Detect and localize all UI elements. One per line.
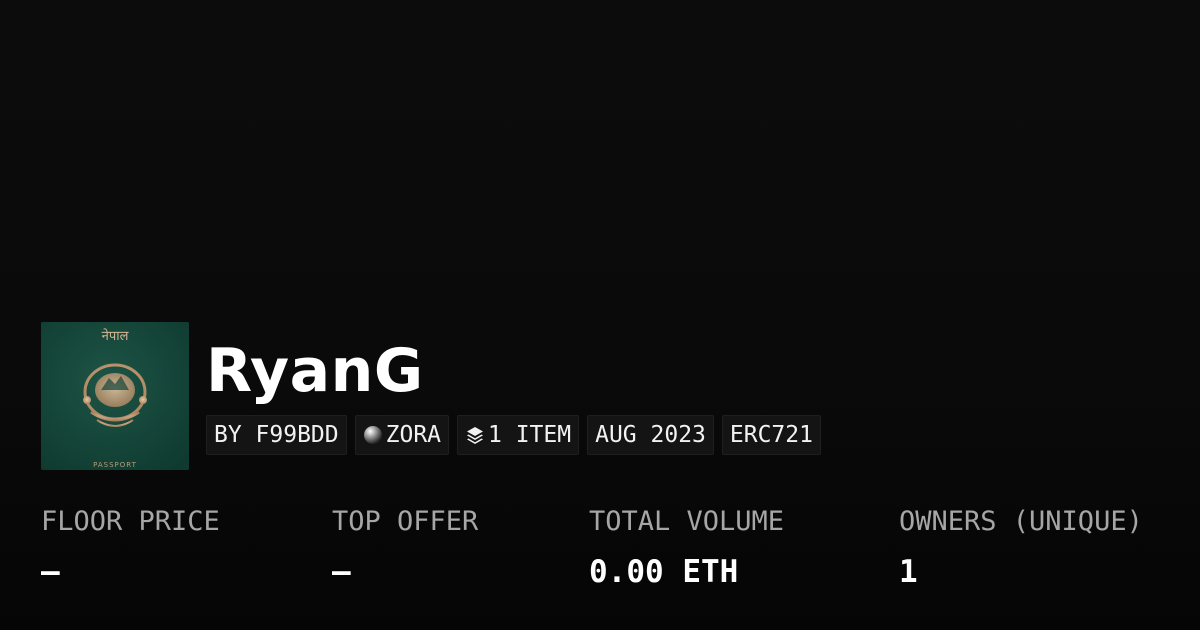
owners-label: OWNERS (UNIQUE) — [899, 506, 1143, 537]
item-count-label: 1 ITEM — [488, 422, 572, 448]
floor-price-label: FLOOR PRICE — [41, 506, 220, 537]
creator-chip[interactable]: BY F99BDD — [206, 415, 347, 455]
owners-value: 1 — [899, 554, 918, 590]
passport-top-text: नेपाल — [102, 328, 129, 344]
passport-cover-icon: नेपाल PASSPORT — [41, 322, 189, 470]
collection-og-card: नेपाल PASSPORT RyanG BY F99BDD ZORA 1 IT… — [0, 0, 1200, 630]
layers-icon — [465, 425, 485, 445]
total-volume-value: 0.00 ETH — [589, 554, 739, 590]
top-offer-value: – — [332, 554, 351, 590]
passport-bottom-text: PASSPORT — [93, 461, 137, 469]
total-volume-label: TOTAL VOLUME — [589, 506, 785, 537]
date-label: AUG 2023 — [595, 422, 706, 448]
floor-price-value: – — [41, 554, 60, 590]
item-count-chip[interactable]: 1 ITEM — [457, 415, 580, 455]
collection-title: RyanG — [206, 336, 424, 406]
collection-image: नेपाल PASSPORT — [41, 322, 189, 470]
date-chip: AUG 2023 — [587, 415, 714, 455]
creator-label: BY F99BDD — [214, 422, 339, 448]
zora-orb-icon — [363, 425, 383, 445]
network-chip[interactable]: ZORA — [354, 415, 450, 455]
collection-meta-chips: BY F99BDD ZORA 1 ITEM AUG 2023 ERC721 — [206, 415, 821, 455]
standard-label: ERC721 — [729, 422, 813, 448]
network-label: ZORA — [385, 422, 442, 448]
top-offer-label: TOP OFFER — [332, 506, 479, 537]
standard-chip: ERC721 — [721, 415, 821, 455]
